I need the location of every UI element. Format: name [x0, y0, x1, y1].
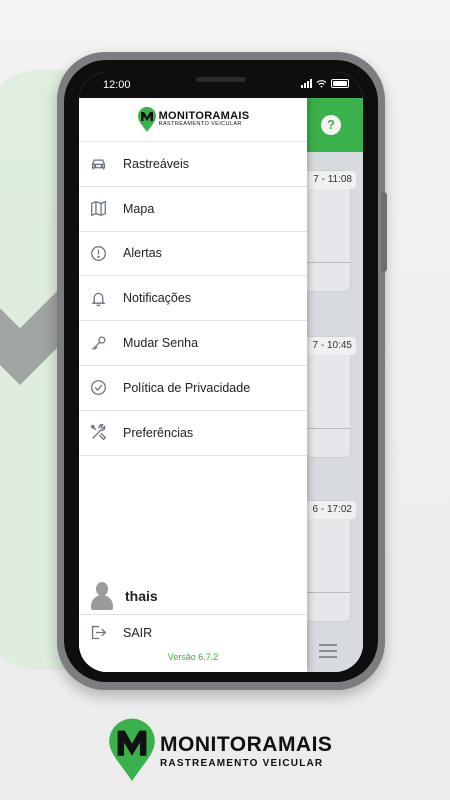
- battery-icon: [331, 79, 349, 88]
- logo-pin-icon: [109, 718, 155, 781]
- drawer-header: MONITORAMAIS RASTREAMENTO VEICULAR: [79, 98, 307, 142]
- check-circle-icon: [89, 379, 107, 397]
- wifi-icon: [316, 80, 327, 88]
- drawer-menu: Rastreáveis Mapa Alertas Notificações Mu…: [79, 142, 307, 456]
- bell-icon: [89, 289, 107, 307]
- logout-button[interactable]: SAIR: [79, 614, 307, 650]
- menu-item-label: Mapa: [123, 201, 155, 216]
- footer-brand-logo: MONITORAMAIS RASTREAMENTO VEICULAR: [108, 716, 358, 786]
- navigation-drawer: MONITORAMAIS RASTREAMENTO VEICULAR Rastr…: [79, 98, 307, 672]
- signal-icon: [301, 79, 312, 88]
- tools-icon: [89, 424, 107, 442]
- brand-logo: MONITORAMAIS RASTREAMENTO VEICULAR: [137, 106, 250, 133]
- key-icon: [89, 334, 107, 352]
- menu-item-politica-privacidade[interactable]: Política de Privacidade: [79, 366, 307, 411]
- status-time: 12:00: [103, 79, 131, 91]
- user-name: thais: [125, 588, 158, 604]
- footer-brand-tagline: RASTREAMENTO VEICULAR: [160, 758, 324, 769]
- status-bar: 12:00: [79, 72, 363, 98]
- logo-pin-icon: [137, 106, 156, 132]
- phone-bezel: ? 7 - 11:08 7 - 10:45 6 - 17:02 MONITORA…: [64, 60, 378, 682]
- user-profile[interactable]: thais: [79, 578, 307, 614]
- phone-side-button: [381, 192, 387, 272]
- menu-item-label: Rastreáveis: [123, 156, 189, 171]
- menu-item-preferencias[interactable]: Preferências: [79, 411, 307, 456]
- avatar: [91, 582, 113, 610]
- menu-item-label: Preferências: [123, 425, 194, 440]
- brand-tagline: RASTREAMENTO VEICULAR: [158, 121, 242, 128]
- status-icons: [301, 79, 349, 88]
- phone-notch: [196, 77, 246, 82]
- menu-item-mudar-senha[interactable]: Mudar Senha: [79, 321, 307, 366]
- logout-label: SAIR: [123, 625, 153, 640]
- menu-item-label: Mudar Senha: [123, 336, 199, 351]
- menu-item-notificacoes[interactable]: Notificações: [79, 276, 307, 322]
- menu-item-rastreaveis[interactable]: Rastreáveis: [79, 142, 307, 187]
- menu-toggle-icon[interactable]: [319, 644, 337, 658]
- app-version: Versão 6.7.2: [167, 652, 219, 662]
- footer-brand-name: MONITORAMAIS: [160, 733, 333, 756]
- menu-item-label: Política de Privacidade: [123, 380, 251, 395]
- phone-screen: ? 7 - 11:08 7 - 10:45 6 - 17:02 MONITORA…: [79, 72, 363, 672]
- car-icon: [89, 155, 107, 173]
- menu-item-label: Alertas: [123, 246, 162, 261]
- alert-circle-icon: [89, 244, 107, 262]
- help-icon[interactable]: ?: [321, 115, 341, 135]
- menu-item-mapa[interactable]: Mapa: [79, 187, 307, 232]
- map-icon: [89, 200, 107, 218]
- menu-item-alertas[interactable]: Alertas: [79, 232, 307, 277]
- menu-item-label: Notificações: [123, 291, 192, 306]
- logout-icon: [89, 624, 107, 642]
